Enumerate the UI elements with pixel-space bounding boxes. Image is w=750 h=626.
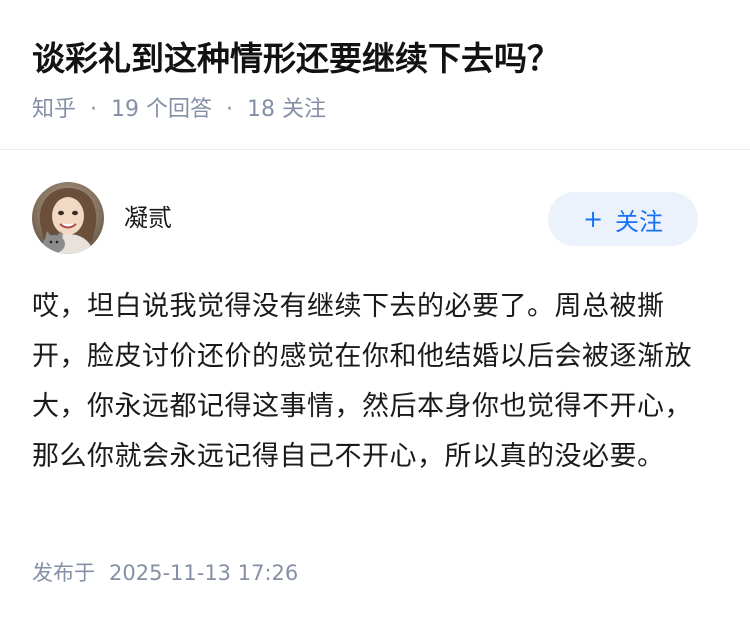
avatar-image [32,182,104,254]
source-label[interactable]: 知乎 [32,94,76,126]
published-prefix: 发布于 [32,561,95,585]
published-time: 发布于 2025-11-13 17:26 [32,558,298,588]
meta-separator: · [90,97,98,122]
follow-button-label: 关注 [615,207,664,236]
meta-separator: · [226,97,234,122]
answers-count[interactable]: 19 个回答 [111,94,212,126]
answer-content: 哎，坦白说我觉得没有继续下去的必要了。周总被撕开，脸皮讨价还价的感觉在你和他结婚… [32,291,692,472]
followers-count[interactable]: 18 关注 [247,94,326,126]
avatar[interactable] [32,182,104,254]
published-timestamp: 2025-11-13 17:26 [109,561,299,585]
question-title[interactable]: 谈彩礼到这种情形还要继续下去吗？ [32,36,560,82]
answer-card: 凝贰 + 关注 哎，坦白说我觉得没有继续下去的必要了。周总被撕开，脸皮讨价还价的… [0,150,750,626]
plus-icon: + [582,205,604,233]
follow-button[interactable]: + 关注 [548,192,698,246]
author-name[interactable]: 凝贰 [124,202,172,234]
question-meta: 知乎 · 19 个回答 · 18 关注 [32,94,326,126]
question-header: 谈彩礼到这种情形还要继续下去吗？ 知乎 · 19 个回答 · 18 关注 [0,0,750,150]
